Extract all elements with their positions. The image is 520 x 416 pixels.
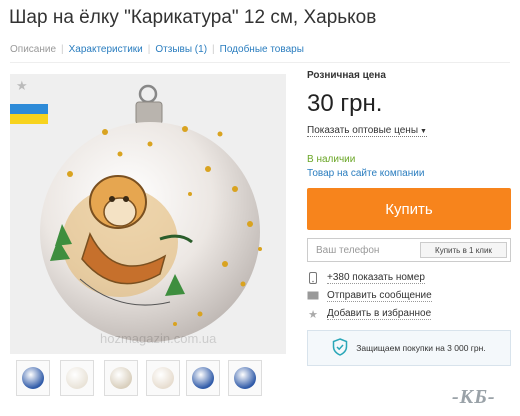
thumbnail[interactable]: [228, 360, 262, 396]
protection-text: Защищаем покупки на 3 000 грн.: [356, 343, 486, 353]
ornament-thumb-icon: [22, 367, 44, 389]
thumbnail-strip: [10, 360, 286, 400]
purchase-protection-badge[interactable]: Защищаем покупки на 3 000 грн.: [307, 330, 511, 366]
tab-reviews[interactable]: Отзывы (1): [155, 44, 207, 55]
tab-divider: |: [147, 44, 151, 55]
show-phone-label: +380 показать номер: [327, 272, 425, 284]
product-tabs: Описание | Характеристики | Отзывы (1) |…: [10, 44, 304, 55]
tabs-divider-line: [10, 62, 510, 63]
add-favorite-action[interactable]: ★ Добавить в избранное: [307, 308, 432, 321]
tab-divider: |: [61, 44, 64, 55]
shield-check-icon: [332, 338, 348, 358]
retail-price-label: Розничная цена: [307, 70, 386, 81]
thumbnail[interactable]: [60, 360, 94, 396]
page-title: Шар на ёлку "Карикатура" 12 см, Харьков: [9, 7, 377, 28]
star-icon: ★: [308, 308, 318, 321]
add-favorite-label: Добавить в избранное: [327, 308, 432, 320]
phone-input[interactable]: [308, 239, 432, 261]
corner-logo: -КБ-: [452, 386, 496, 408]
flag-stripe-yellow: [10, 114, 48, 124]
tab-similar-products[interactable]: Подобные товары: [220, 44, 304, 55]
flag-stripe-blue: [10, 104, 48, 114]
stock-status: В наличии: [307, 154, 356, 165]
wholesale-prices-toggle[interactable]: Показать оптовые цены ▼: [307, 125, 427, 137]
send-message-label: Отправить сообщение: [327, 290, 432, 302]
tab-description[interactable]: Описание: [10, 44, 56, 55]
message-icon: [307, 290, 319, 302]
caret-down-icon: ▼: [420, 128, 427, 135]
wholesale-prices-label: Показать оптовые цены: [307, 125, 419, 136]
price: 30 грн.: [307, 90, 383, 117]
ornament-ball-image: [10, 74, 286, 354]
ornament-thumb-icon: [234, 367, 256, 389]
phone-icon: [307, 272, 319, 284]
favorite-star-icon[interactable]: ★: [16, 78, 28, 94]
send-message-action[interactable]: Отправить сообщение: [307, 290, 432, 302]
buy-button[interactable]: Купить: [307, 188, 511, 230]
show-phone-action[interactable]: +380 показать номер: [307, 272, 425, 284]
tab-characteristics[interactable]: Характеристики: [69, 44, 143, 55]
company-site-link[interactable]: Товар на сайте компании: [307, 168, 424, 179]
thumbnail[interactable]: [186, 360, 220, 396]
thumbnail[interactable]: [16, 360, 50, 396]
ornament-thumb-icon: [66, 367, 88, 389]
photo-watermark: hozmagazin.com.ua: [100, 331, 217, 346]
quick-buy-button[interactable]: Купить в 1 клик: [420, 242, 507, 258]
ornament-thumb-icon: [152, 367, 174, 389]
ornament-thumb-icon: [110, 367, 132, 389]
ornament-thumb-icon: [192, 367, 214, 389]
phone-form: Купить в 1 клик: [307, 238, 511, 262]
product-photo[interactable]: ★ hozmagazin.com.ua: [10, 74, 286, 354]
thumbnail[interactable]: [104, 360, 138, 396]
thumbnail[interactable]: [146, 360, 180, 396]
ukraine-flag-icon: [10, 104, 48, 124]
tab-divider: |: [212, 44, 215, 55]
